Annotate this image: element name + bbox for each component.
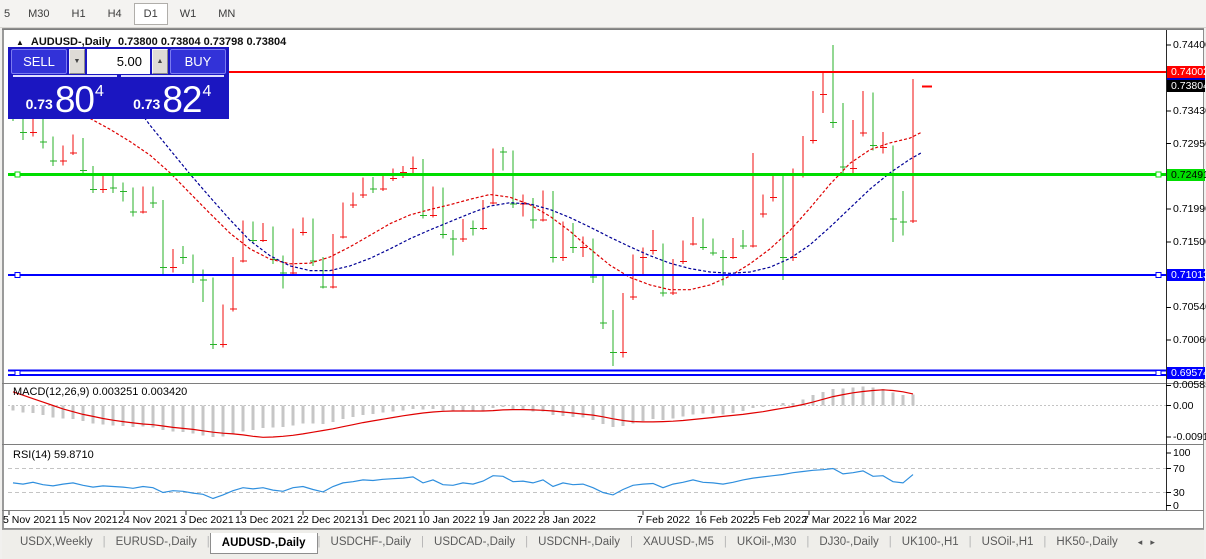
rsi-axis-label: 100 [1173, 447, 1191, 459]
tab-scroll-nav: ◂▸ [1138, 533, 1155, 548]
price-badge: 0.74002 [1167, 66, 1205, 78]
price-axis-label: 0.70540 [1173, 301, 1206, 313]
timeframe-button-d1[interactable]: D1 [134, 3, 168, 25]
date-axis-label: 28 Jan 2022 [538, 514, 596, 526]
date-axis-label: 3 Dec 2021 [180, 514, 234, 526]
timeframe-button-5[interactable]: 5 [1, 3, 16, 25]
chart-tab-usoil[interactable]: USOil-,H1 [972, 533, 1044, 551]
rsi-indicator-label: RSI(14) 59.8710 [13, 449, 94, 461]
date-axis-label: 7 Feb 2022 [637, 514, 690, 526]
chart-tab-usdcnh[interactable]: USDCNH-,Daily [528, 533, 630, 551]
macd-axis-label: -0.00918 [1173, 431, 1206, 443]
date-axis-label: 10 Jan 2022 [418, 514, 476, 526]
price-axis-label: 0.70060 [1173, 334, 1206, 346]
sell-price-sup: 4 [95, 83, 104, 101]
one-click-trade-panel: SELL ▼ 5.00 ▲ BUY 0.73 80 4 0.73 82 4 [8, 47, 229, 119]
sell-price[interactable]: 0.73 80 4 [13, 75, 117, 119]
date-axis-label: 16 Feb 2022 [695, 514, 754, 526]
date-axis-label: 13 Dec 2021 [235, 514, 295, 526]
rsi-axis-label: 30 [1173, 487, 1185, 499]
timeframe-button-h1[interactable]: H1 [62, 3, 96, 25]
timeframe-button-w1[interactable]: W1 [170, 3, 207, 25]
chart-tab-usdchf[interactable]: USDCHF-,Daily [321, 533, 422, 551]
buy-price-big: 82 [162, 83, 201, 117]
tab-scroll-right-icon[interactable]: ▸ [1150, 537, 1155, 548]
date-axis-label: 7 Mar 2022 [803, 514, 856, 526]
date-axis-label: 24 Nov 2021 [118, 514, 178, 526]
date-axis-label: 31 Dec 2021 [357, 514, 417, 526]
sell-price-prefix: 0.73 [26, 96, 53, 112]
rsi-axis-label: 70 [1173, 463, 1185, 475]
chart-tab-ukoil[interactable]: UKOil-,M30 [727, 533, 806, 551]
chart-tab-xauusd[interactable]: XAUUSD-,M5 [633, 533, 724, 551]
chart-tab-uk100[interactable]: UK100-,H1 [892, 533, 969, 551]
volume-input[interactable]: 5.00 [87, 49, 150, 74]
timeframe-button-h4[interactable]: H4 [98, 3, 132, 25]
macd-axis-label: 0.00585 [1173, 379, 1206, 391]
buy-price-sup: 4 [203, 83, 212, 101]
chart-tab-bar: USDX,Weekly|EURUSD-,Daily|AUDUSD-,Daily|… [2, 529, 1204, 559]
buy-price[interactable]: 0.73 82 4 [121, 75, 225, 119]
macd-indicator-label: MACD(12,26,9) 0.003251 0.003420 [13, 386, 187, 398]
date-axis-label: 19 Jan 2022 [478, 514, 536, 526]
price-axis-label: 0.74400 [1173, 39, 1206, 51]
price-badge: 0.72491 [1167, 169, 1205, 181]
date-axis-label: 5 Nov 2021 [3, 514, 57, 526]
arrow-up-icon: ▲ [157, 58, 164, 65]
tab-scroll-left-icon[interactable]: ◂ [1138, 537, 1143, 548]
chart-tab-hk50[interactable]: HK50-,Daily [1046, 533, 1127, 551]
collapse-arrow-icon[interactable]: ▲ [16, 38, 24, 47]
chart-tab-audusd[interactable]: AUDUSD-,Daily [210, 533, 318, 554]
chart-tab-eurusd[interactable]: EURUSD-,Daily [106, 533, 207, 551]
macd-axis-label: 0.00 [1173, 400, 1193, 412]
price-axis-label: 0.71990 [1173, 203, 1206, 215]
price-axis-label: 0.72950 [1173, 138, 1206, 150]
price-badge: 0.69574 [1167, 367, 1205, 379]
chart-tab-usdcad[interactable]: USDCAD-,Daily [424, 533, 525, 551]
chart-tab-usdx[interactable]: USDX,Weekly [10, 533, 103, 551]
buy-price-prefix: 0.73 [133, 96, 160, 112]
volume-increase-button[interactable]: ▲ [152, 49, 168, 74]
chart-tab-dj30[interactable]: DJ30-,Daily [809, 533, 888, 551]
date-axis-label: 22 Dec 2021 [297, 514, 357, 526]
volume-decrease-button[interactable]: ▼ [69, 49, 85, 74]
timeframe-toolbar: 5M30H1H4D1W1MN [0, 0, 1206, 28]
price-badge: 0.71013 [1167, 269, 1205, 281]
arrow-down-icon: ▼ [74, 58, 81, 65]
buy-button[interactable]: BUY [170, 49, 226, 74]
sell-button[interactable]: SELL [11, 49, 67, 74]
price-axis-label: 0.71500 [1173, 236, 1206, 248]
rsi-axis-label: 0 [1173, 500, 1179, 512]
timeframe-button-mn[interactable]: MN [208, 3, 245, 25]
sell-price-big: 80 [55, 83, 94, 117]
price-badge: 0.73804 [1167, 80, 1205, 92]
date-axis-label: 16 Mar 2022 [858, 514, 917, 526]
price-axis-label: 0.73430 [1173, 105, 1206, 117]
date-axis-label: 25 Feb 2022 [748, 514, 807, 526]
timeframe-button-m30[interactable]: M30 [18, 3, 59, 25]
date-axis-label: 15 Nov 2021 [58, 514, 118, 526]
